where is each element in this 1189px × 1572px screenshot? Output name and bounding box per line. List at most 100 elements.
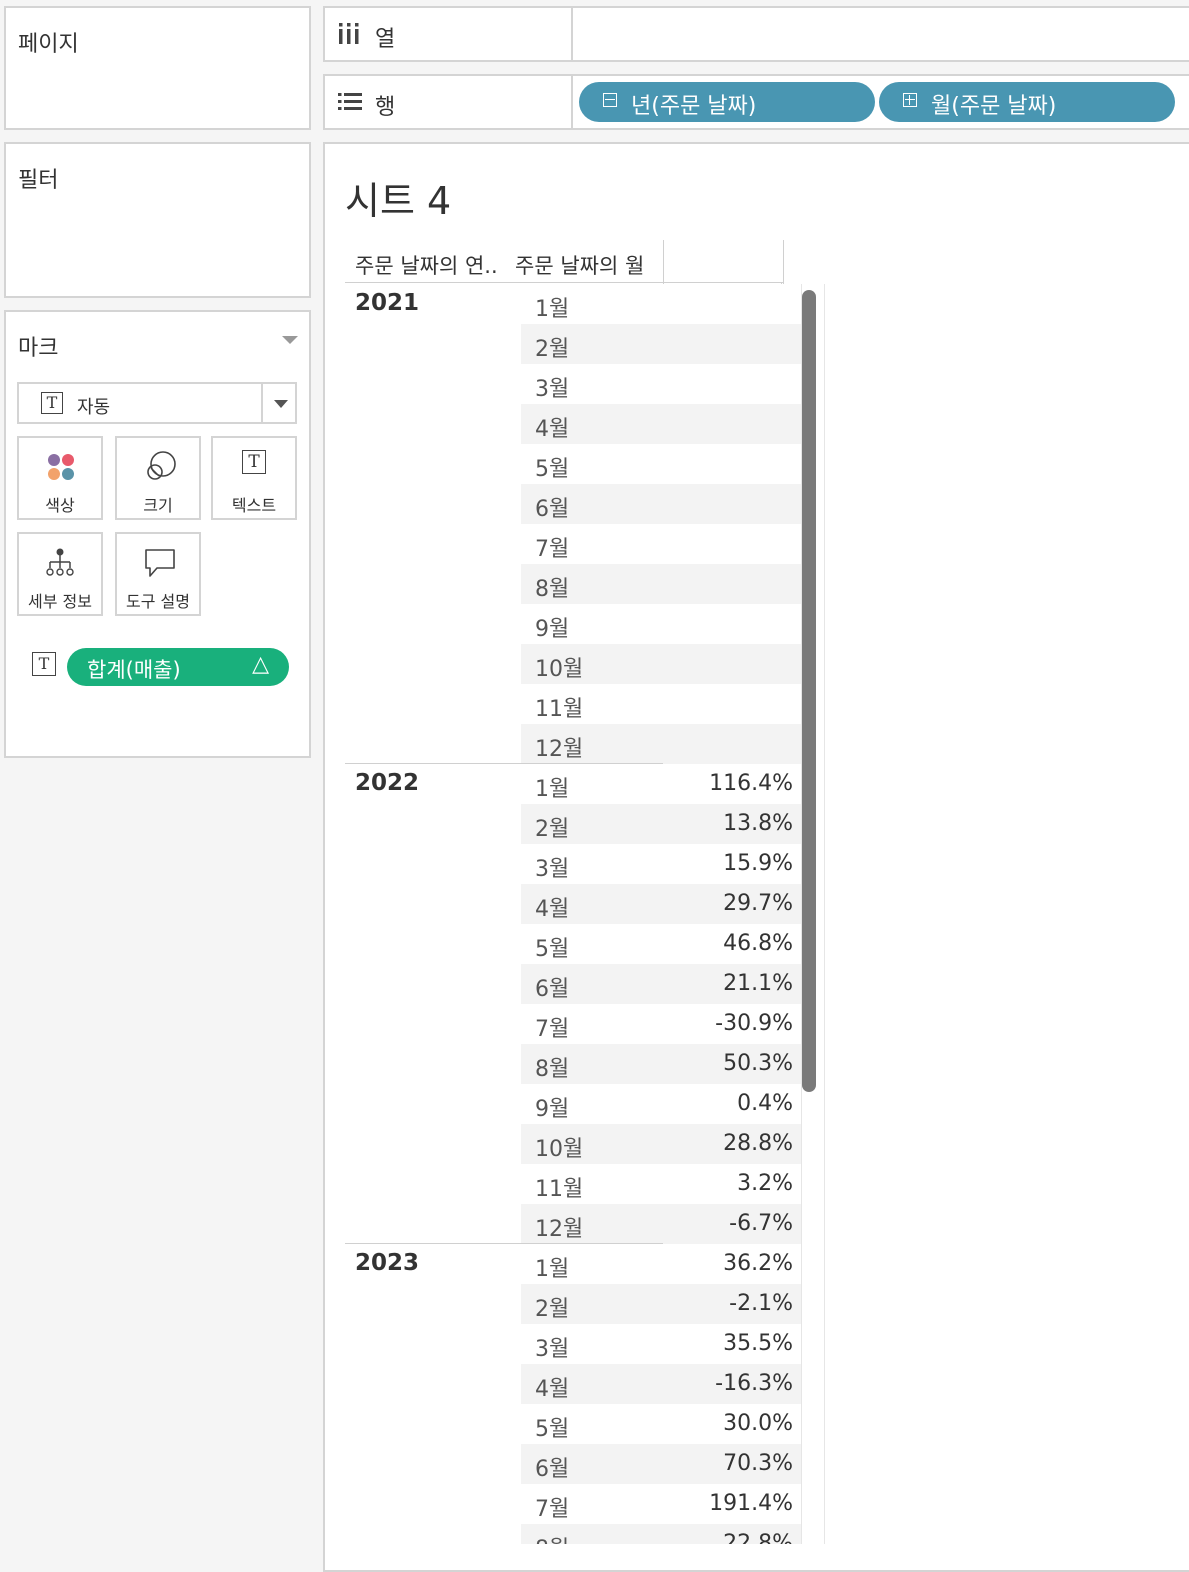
sum-sales-pill[interactable]: 합계(매출) △ — [67, 648, 289, 686]
month-cell[interactable]: 12월 — [535, 1211, 583, 1243]
pages-panel[interactable]: 페이지 — [4, 6, 311, 130]
rows-shelf[interactable]: 행 년(주문 날짜) 월(주문 날짜) — [323, 74, 1189, 130]
month-cell[interactable]: 8월 — [535, 571, 569, 603]
month-cell[interactable]: 6월 — [535, 971, 569, 1003]
value-cell[interactable]: 28.8% — [681, 1131, 793, 1156]
month-cell[interactable]: 10월 — [535, 651, 583, 683]
table-row: 7월 — [345, 524, 801, 564]
expand-plus-icon[interactable] — [903, 93, 917, 107]
text-button[interactable]: T 텍스트 — [211, 436, 297, 520]
year-cell[interactable]: 2023 — [355, 1250, 419, 1276]
value-cell[interactable]: 70.3% — [681, 1451, 793, 1476]
detail-button[interactable]: 세부 정보 — [17, 532, 103, 616]
month-cell[interactable]: 1월 — [535, 1251, 569, 1283]
table-row: 2023 1월 36.2% — [345, 1244, 801, 1284]
value-cell[interactable]: 30.0% — [681, 1411, 793, 1436]
chevron-down-icon[interactable] — [274, 400, 288, 408]
month-cell[interactable]: 3월 — [535, 371, 569, 403]
value-cell[interactable]: 13.8% — [681, 811, 793, 836]
color-button[interactable]: 색상 — [17, 436, 103, 520]
scrollbar-thumb[interactable] — [802, 290, 816, 1092]
month-cell[interactable]: 2월 — [535, 811, 569, 843]
table-row: 6월 — [345, 484, 801, 524]
table-row: 2022 1월 116.4% — [345, 764, 801, 804]
month-cell[interactable]: 5월 — [535, 931, 569, 963]
text-encoding-icon[interactable]: T — [32, 652, 56, 676]
year-cell[interactable]: 2021 — [355, 290, 419, 316]
month-cell[interactable]: 9월 — [535, 1091, 569, 1123]
table-row: 5월 — [345, 444, 801, 484]
crosstab-body: 2021 1월 2월 3월 4월 5월 6월 7월 8월 9월 10월 11월 12월 2022 1월 116… — [345, 284, 801, 1544]
month-cell[interactable]: 5월 — [535, 1411, 569, 1443]
month-cell[interactable]: 1월 — [535, 291, 569, 323]
size-button[interactable]: 크기 — [115, 436, 201, 520]
month-cell[interactable]: 7월 — [535, 1011, 569, 1043]
filters-panel[interactable]: 필터 — [4, 142, 311, 298]
month-cell[interactable]: 4월 — [535, 1371, 569, 1403]
size-circles-icon — [147, 451, 176, 480]
columns-shelf[interactable]: 열 — [323, 6, 1189, 62]
value-cell[interactable]: 36.2% — [681, 1251, 793, 1276]
month-cell[interactable]: 1월 — [535, 771, 569, 803]
tooltip-button-label: 도구 설명 — [126, 592, 190, 611]
rows-shelf-label-area: 행 — [325, 76, 573, 128]
month-cell[interactable]: 2월 — [535, 331, 569, 363]
value-cell[interactable]: 29.7% — [681, 891, 793, 916]
month-cell[interactable]: 4월 — [535, 891, 569, 923]
month-cell[interactable]: 3월 — [535, 1331, 569, 1363]
table-row: 8월 50.3% — [345, 1044, 801, 1084]
value-cell[interactable]: 21.1% — [681, 971, 793, 996]
year-order-date-pill[interactable]: 년(주문 날짜) — [579, 82, 875, 122]
header-year[interactable]: 주문 날짜의 연.. — [355, 250, 498, 280]
mark-type-dropdown[interactable]: T 자동 — [17, 382, 297, 424]
sheet-title: 시트 4 — [345, 179, 452, 223]
month-cell[interactable]: 3월 — [535, 851, 569, 883]
month-cell[interactable]: 8월 — [535, 1531, 569, 1544]
value-cell[interactable]: 50.3% — [681, 1051, 793, 1076]
month-cell[interactable]: 7월 — [535, 1491, 569, 1523]
value-cell[interactable]: 22.8% — [681, 1531, 793, 1544]
table-row: 7월 191.4% — [345, 1484, 801, 1524]
month-cell[interactable]: 8월 — [535, 1051, 569, 1083]
value-cell[interactable]: 35.5% — [681, 1331, 793, 1356]
table-row: 3월 — [345, 364, 801, 404]
year-cell[interactable]: 2022 — [355, 770, 419, 796]
value-cell[interactable]: -16.3% — [681, 1371, 793, 1396]
text-mark-icon: T — [41, 392, 63, 414]
marks-panel-collapse-icon[interactable] — [282, 336, 298, 344]
size-button-label: 크기 — [143, 496, 173, 515]
header-month[interactable]: 주문 날짜의 월 — [515, 250, 644, 280]
value-cell[interactable]: -6.7% — [681, 1211, 793, 1236]
table-row: 3월 15.9% — [345, 844, 801, 884]
collapse-minus-icon[interactable] — [603, 93, 617, 107]
table-row: 11월 — [345, 684, 801, 724]
table-row: 4월 — [345, 404, 801, 444]
table-row: 9월 — [345, 604, 801, 644]
month-cell[interactable]: 6월 — [535, 1451, 569, 1483]
value-cell[interactable]: -30.9% — [681, 1011, 793, 1036]
month-cell[interactable]: 11월 — [535, 1171, 583, 1203]
value-cell[interactable]: 15.9% — [681, 851, 793, 876]
table-row: 6월 21.1% — [345, 964, 801, 1004]
marks-panel-title: 마크 — [18, 336, 59, 361]
tooltip-button[interactable]: 도구 설명 — [115, 532, 201, 616]
month-cell[interactable]: 2월 — [535, 1291, 569, 1323]
table-row: 5월 30.0% — [345, 1404, 801, 1444]
month-cell[interactable]: 9월 — [535, 611, 569, 643]
value-cell[interactable]: 46.8% — [681, 931, 793, 956]
table-row: 2월 — [345, 324, 801, 364]
month-cell[interactable]: 4월 — [535, 411, 569, 443]
value-cell[interactable]: 191.4% — [681, 1491, 793, 1516]
month-cell[interactable]: 12월 — [535, 731, 583, 763]
month-cell[interactable]: 6월 — [535, 491, 569, 523]
value-cell[interactable]: 0.4% — [681, 1091, 793, 1116]
table-row: 10월 28.8% — [345, 1124, 801, 1164]
value-cell[interactable]: -2.1% — [681, 1291, 793, 1316]
month-cell[interactable]: 7월 — [535, 531, 569, 563]
month-cell[interactable]: 11월 — [535, 691, 583, 723]
month-cell[interactable]: 5월 — [535, 451, 569, 483]
month-cell[interactable]: 10월 — [535, 1131, 583, 1163]
value-cell[interactable]: 3.2% — [681, 1171, 793, 1196]
value-cell[interactable]: 116.4% — [681, 771, 793, 796]
month-order-date-pill[interactable]: 월(주문 날짜) — [879, 82, 1175, 122]
